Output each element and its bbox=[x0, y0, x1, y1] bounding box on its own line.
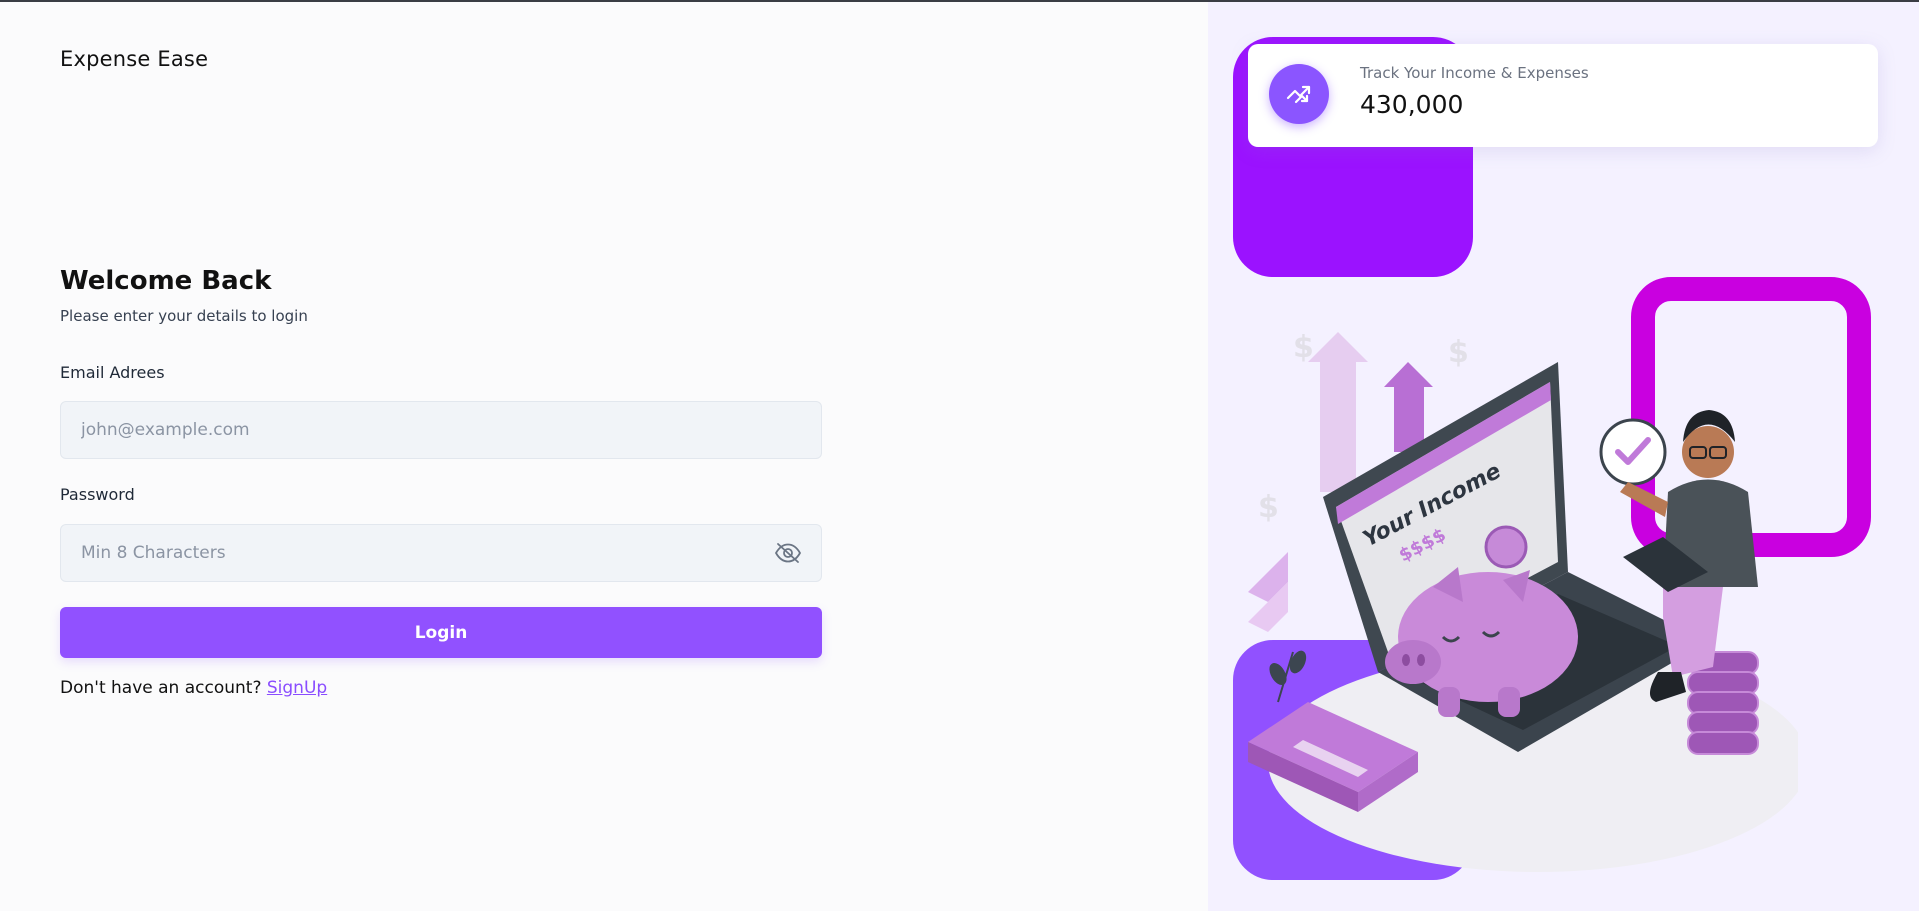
income-illustration: $$ $$ Your Income $$$$ bbox=[1248, 330, 1798, 872]
eye-off-icon[interactable] bbox=[774, 542, 802, 564]
page-title: Welcome Back bbox=[60, 266, 272, 296]
login-button[interactable]: Login bbox=[60, 607, 822, 658]
signup-link[interactable]: SignUp bbox=[267, 678, 327, 698]
svg-text:$: $ bbox=[1448, 335, 1469, 370]
signup-row: Don't have an account? SignUp bbox=[60, 678, 327, 698]
login-pane: Expense Ease Welcome Back Please enter y… bbox=[0, 2, 1208, 911]
stat-label: Track Your Income & Expenses bbox=[1360, 64, 1589, 82]
hero-pane: Track Your Income & Expenses 430,000 $ $ … bbox=[1208, 2, 1919, 911]
app-logo-text: Expense Ease bbox=[60, 47, 209, 71]
income-stat-card: Track Your Income & Expenses 430,000 bbox=[1248, 44, 1878, 147]
svg-text:$: $ bbox=[1258, 490, 1279, 525]
signup-prompt: Don't have an account? bbox=[60, 678, 262, 698]
email-input[interactable] bbox=[60, 401, 822, 459]
password-input[interactable] bbox=[60, 524, 822, 582]
email-label: Email Adrees bbox=[60, 363, 165, 382]
page-subtitle: Please enter your details to login bbox=[60, 307, 308, 325]
trend-arrows-icon bbox=[1269, 64, 1329, 124]
stat-value: 430,000 bbox=[1360, 90, 1464, 119]
password-label: Password bbox=[60, 485, 135, 504]
